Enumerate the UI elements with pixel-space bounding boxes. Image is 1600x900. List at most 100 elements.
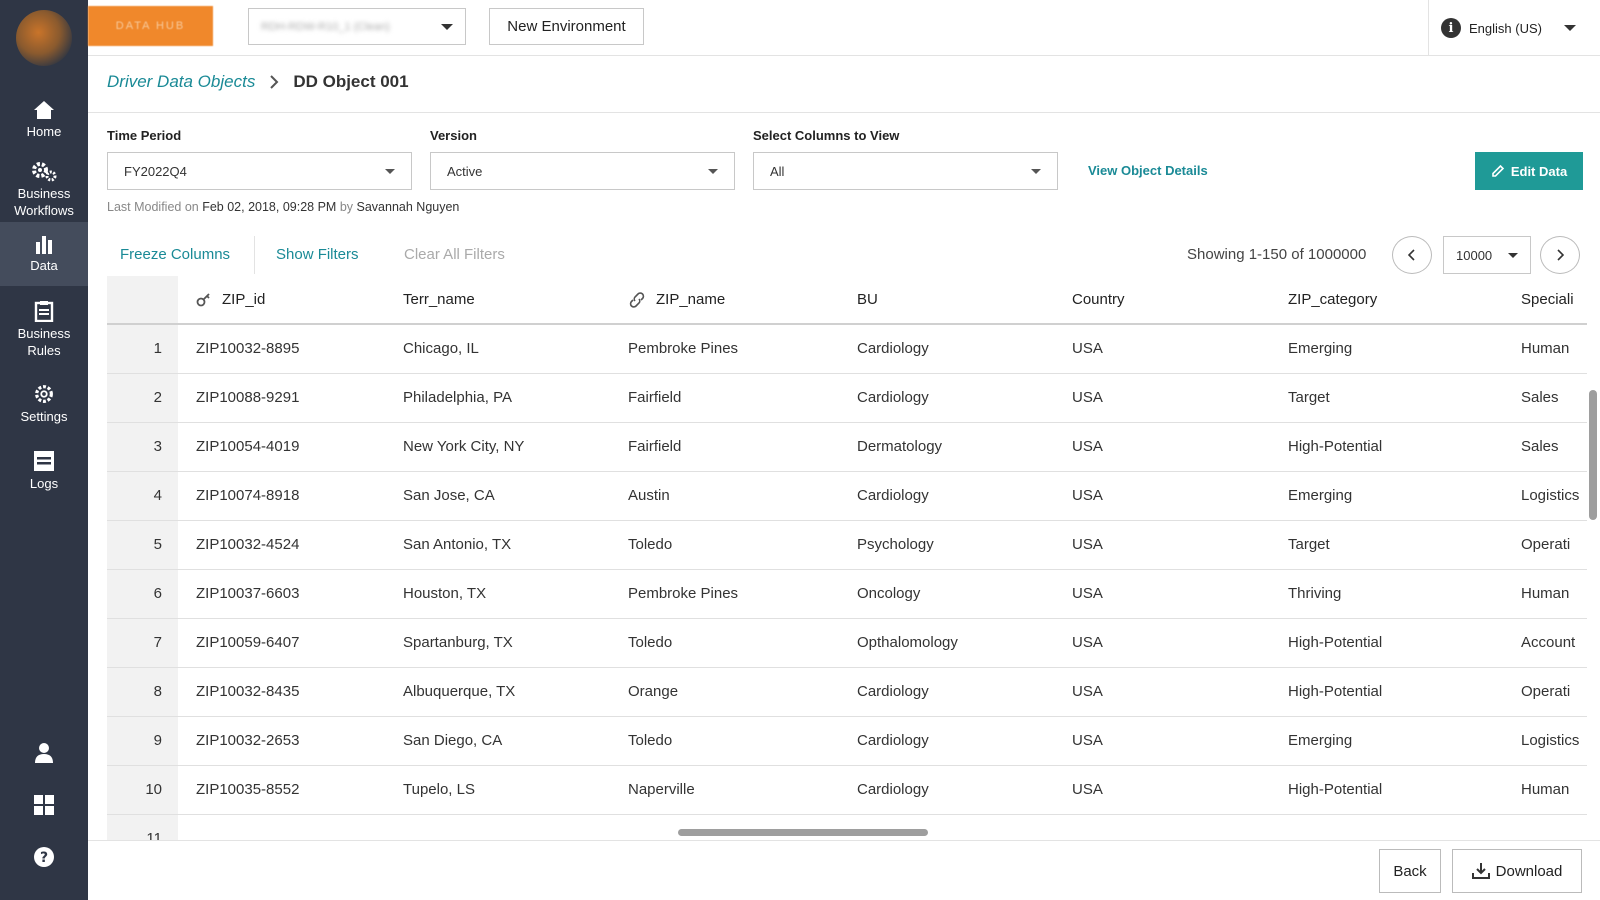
table-cell[interactable]: Logistics: [1517, 716, 1587, 766]
page-size-select[interactable]: 10000: [1443, 236, 1531, 274]
edit-data-button[interactable]: Edit Data: [1475, 152, 1583, 190]
table-cell[interactable]: USA: [1068, 765, 1288, 815]
user-button[interactable]: [0, 742, 88, 764]
table-cell[interactable]: Pembroke Pines: [618, 569, 847, 619]
table-row[interactable]: 10 ZIP10035-8552 Tupelo, LS Naperville Cardi…: [107, 765, 1587, 815]
table-cell[interactable]: USA: [1068, 471, 1288, 521]
table-cell[interactable]: Cardiology: [847, 373, 1068, 423]
freeze-columns-button[interactable]: Freeze Columns: [120, 246, 230, 263]
table-cell[interactable]: Operati: [1517, 520, 1587, 570]
column-header-terr-name[interactable]: Terr_name: [389, 276, 618, 325]
table-cell[interactable]: ZIP10032-4524: [178, 520, 389, 570]
table-cell[interactable]: Human: [1517, 765, 1587, 815]
app-logo[interactable]: [16, 10, 72, 66]
table-cell[interactable]: Emerging: [1288, 471, 1517, 521]
version-select[interactable]: Active: [430, 152, 735, 190]
table-cell[interactable]: Spartanburg, TX: [389, 618, 618, 668]
table-cell[interactable]: Cardiology: [847, 716, 1068, 766]
table-cell[interactable]: ZIP10088-9291: [178, 373, 389, 423]
table-cell[interactable]: ZIP10032-8435: [178, 667, 389, 717]
column-header-zip-category[interactable]: ZIP_category: [1288, 276, 1517, 325]
horizontal-scroll-thumb[interactable]: [678, 829, 928, 836]
table-cell[interactable]: ZIP10074-8918: [178, 471, 389, 521]
table-cell[interactable]: Sales: [1517, 373, 1587, 423]
table-cell[interactable]: Cardiology: [847, 667, 1068, 717]
table-cell[interactable]: Psychology: [847, 520, 1068, 570]
column-header-speciality[interactable]: Speciali: [1517, 276, 1587, 325]
columns-select[interactable]: All: [753, 152, 1058, 190]
table-cell[interactable]: Naperville: [618, 765, 847, 815]
table-cell[interactable]: Cardiology: [847, 765, 1068, 815]
table-cell[interactable]: High-Potential: [1288, 667, 1517, 717]
table-cell[interactable]: Thriving: [1288, 569, 1517, 619]
table-cell[interactable]: Philadelphia, PA: [389, 373, 618, 423]
table-cell[interactable]: Opthalomology: [847, 618, 1068, 668]
table-row[interactable]: 6 ZIP10037-6603 Houston, TX Pembroke Pines O…: [107, 569, 1587, 619]
table-cell[interactable]: Orange: [618, 667, 847, 717]
table-cell[interactable]: Austin: [618, 471, 847, 521]
table-cell[interactable]: USA: [1068, 373, 1288, 423]
language-selector[interactable]: i English (US): [1428, 0, 1600, 56]
download-button[interactable]: Download: [1452, 849, 1582, 893]
table-cell[interactable]: Account: [1517, 618, 1587, 668]
table-cell[interactable]: USA: [1068, 324, 1288, 374]
table-row[interactable]: 5 ZIP10032-4524 San Antonio, TX Toledo Psych…: [107, 520, 1587, 570]
sidebar-item-business-workflows[interactable]: Business Workflows: [0, 160, 88, 220]
sidebar-item-business-rules[interactable]: Business Rules: [0, 300, 88, 360]
next-page-button[interactable]: [1540, 236, 1580, 274]
table-cell[interactable]: ZIP10032-8895: [178, 324, 389, 374]
column-header-country[interactable]: Country: [1068, 276, 1288, 325]
table-cell[interactable]: USA: [1068, 716, 1288, 766]
table-cell[interactable]: Toledo: [618, 716, 847, 766]
table-cell[interactable]: ZIP10035-8552: [178, 765, 389, 815]
breadcrumb-link-driver-data-objects[interactable]: Driver Data Objects: [107, 72, 255, 92]
table-row[interactable]: 8 ZIP10032-8435 Albuquerque, TX Orange Cardi…: [107, 667, 1587, 717]
table-cell[interactable]: San Jose, CA: [389, 471, 618, 521]
table-cell[interactable]: Pembroke Pines: [618, 324, 847, 374]
table-cell[interactable]: USA: [1068, 422, 1288, 472]
table-row[interactable]: 2 ZIP10088-9291 Philadelphia, PA Fairfield C…: [107, 373, 1587, 423]
table-cell[interactable]: Target: [1288, 520, 1517, 570]
clear-all-filters-button[interactable]: Clear All Filters: [404, 246, 505, 263]
table-cell[interactable]: ZIP10032-2653: [178, 716, 389, 766]
table-cell[interactable]: High-Potential: [1288, 618, 1517, 668]
table-cell[interactable]: Chicago, IL: [389, 324, 618, 374]
table-cell[interactable]: USA: [1068, 520, 1288, 570]
table-cell[interactable]: Tupelo, LS: [389, 765, 618, 815]
prev-page-button[interactable]: [1392, 236, 1432, 274]
table-cell[interactable]: USA: [1068, 667, 1288, 717]
table-cell[interactable]: Fairfield: [618, 373, 847, 423]
sidebar-item-home[interactable]: Home: [0, 100, 88, 146]
column-header-bu[interactable]: BU: [847, 276, 1068, 325]
sidebar-item-data[interactable]: Data: [0, 222, 88, 286]
table-cell[interactable]: Human: [1517, 569, 1587, 619]
table-cell[interactable]: Oncology: [847, 569, 1068, 619]
table-cell[interactable]: Sales: [1517, 422, 1587, 472]
help-button[interactable]: ?: [0, 846, 88, 868]
brand-badge[interactable]: DATA HUB: [88, 6, 213, 46]
vertical-scroll-thumb[interactable]: [1589, 390, 1597, 520]
table-cell[interactable]: Target: [1288, 373, 1517, 423]
table-cell[interactable]: USA: [1068, 569, 1288, 619]
table-cell[interactable]: Logistics: [1517, 471, 1587, 521]
table-cell[interactable]: ZIP10054-4019: [178, 422, 389, 472]
table-row[interactable]: 3 ZIP10054-4019 New York City, NY Fairfield…: [107, 422, 1587, 472]
table-cell[interactable]: High-Potential: [1288, 765, 1517, 815]
table-cell[interactable]: USA: [1068, 618, 1288, 668]
table-cell[interactable]: ZIP10037-6603: [178, 569, 389, 619]
table-row[interactable]: 7 ZIP10059-6407 Spartanburg, TX Toledo Optha…: [107, 618, 1587, 668]
sidebar-item-logs[interactable]: Logs: [0, 450, 88, 496]
time-period-select[interactable]: FY2022Q4: [107, 152, 412, 190]
table-cell[interactable]: Dermatology: [847, 422, 1068, 472]
table-cell[interactable]: San Antonio, TX: [389, 520, 618, 570]
column-header-zip-id[interactable]: ZIP_id: [178, 276, 389, 325]
table-cell[interactable]: Emerging: [1288, 716, 1517, 766]
table-cell[interactable]: Toledo: [618, 618, 847, 668]
view-object-details-link[interactable]: View Object Details: [1088, 163, 1208, 178]
environment-select[interactable]: RDH-RDW-R10_1 (Clean): [248, 8, 466, 45]
sidebar-item-settings[interactable]: Settings: [0, 383, 88, 429]
horizontal-scrollbar[interactable]: [178, 826, 1582, 838]
back-button[interactable]: Back: [1379, 849, 1441, 893]
table-row[interactable]: 4 ZIP10074-8918 San Jose, CA Austin Cardiolo…: [107, 471, 1587, 521]
table-cell[interactable]: Operati: [1517, 667, 1587, 717]
